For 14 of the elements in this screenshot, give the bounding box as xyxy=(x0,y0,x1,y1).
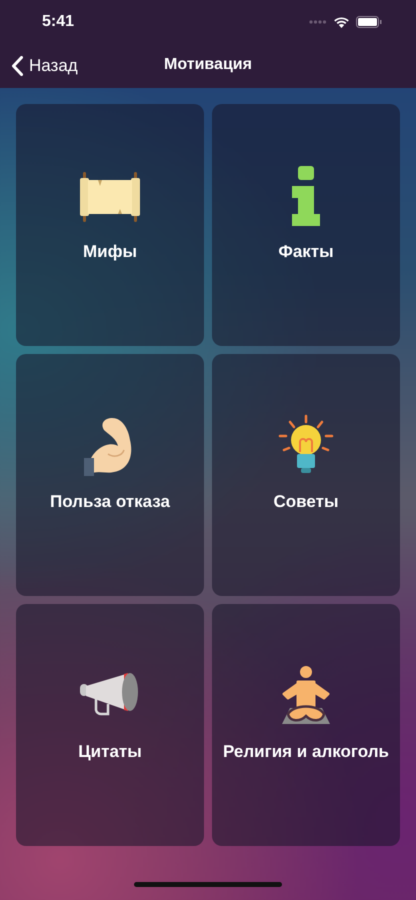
status-time: 5:41 xyxy=(42,13,76,31)
wifi-icon xyxy=(333,16,350,28)
category-tile[interactable]: Цитаты xyxy=(16,604,204,846)
category-tile[interactable]: Советы xyxy=(212,354,400,596)
signal-icon xyxy=(309,20,327,24)
category-tile[interactable]: Факты xyxy=(212,104,400,346)
category-tile[interactable]: Мифы xyxy=(16,104,204,346)
category-tile[interactable]: Польза отказа xyxy=(16,354,204,596)
screen-title: Мотивация xyxy=(164,56,252,74)
battery-icon xyxy=(356,16,382,28)
chevron-left-icon xyxy=(12,56,23,76)
back-button[interactable]: Назад xyxy=(10,54,80,78)
category-tile[interactable]: Религия и алкоголь xyxy=(212,604,400,846)
home-indicator[interactable] xyxy=(134,882,282,887)
